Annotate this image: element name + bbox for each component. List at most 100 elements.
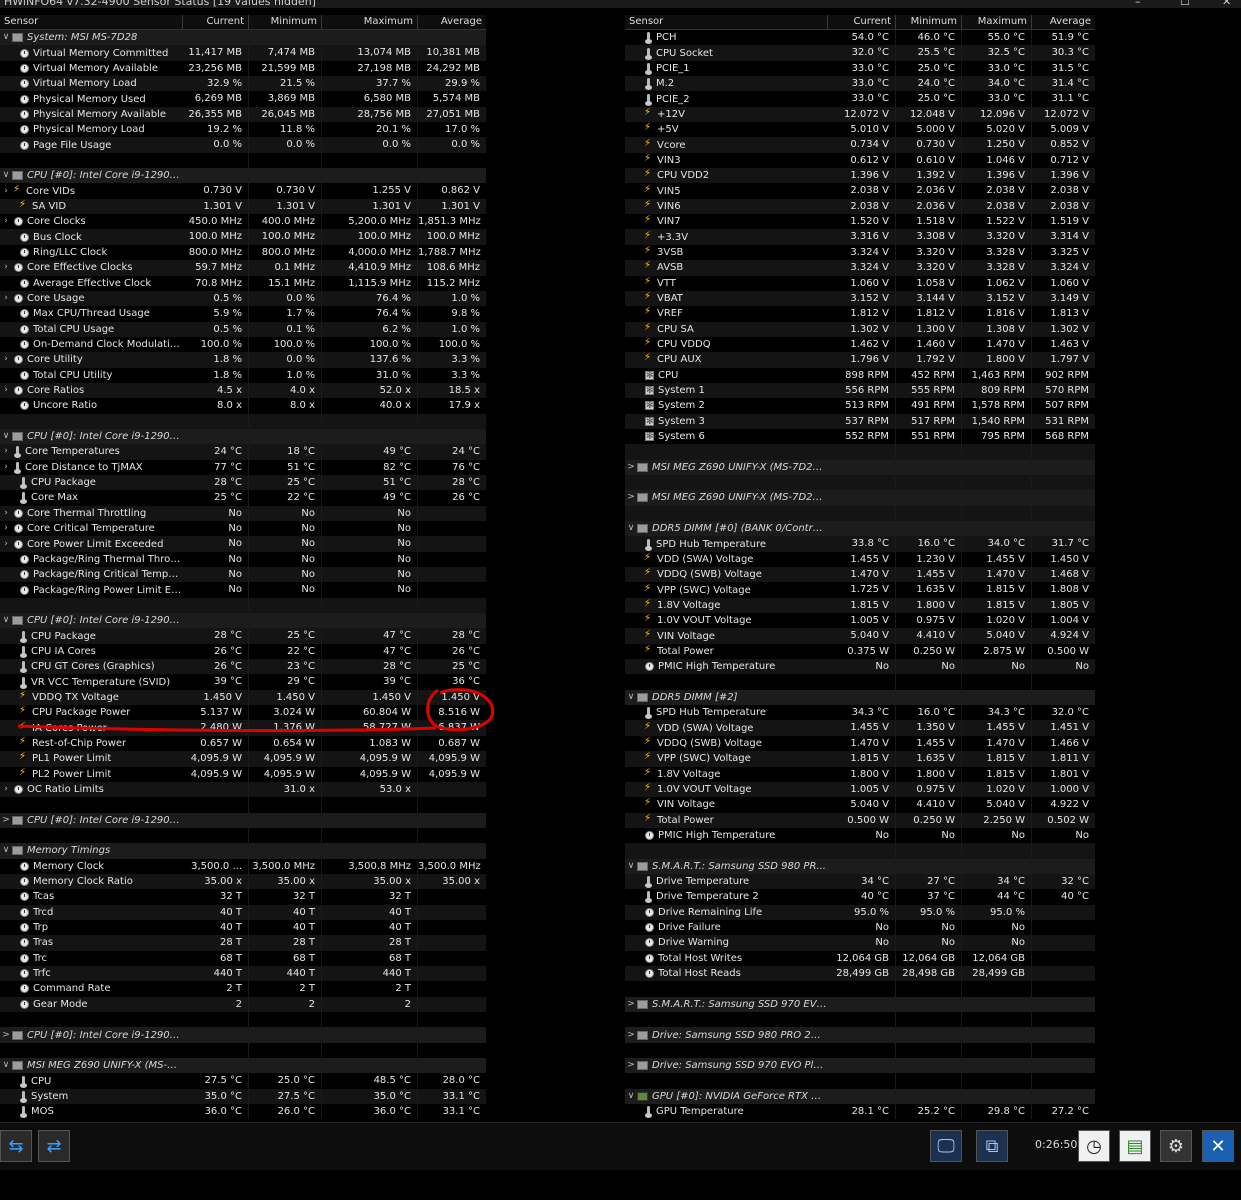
sensor-row[interactable]: › OC Ratio Limits 31.0 x 53.0 x (0, 781, 486, 798)
sensor-row[interactable]: SPD Hub Temperature 34.3 °C 16.0 °C 34.3 °C… (625, 705, 1095, 721)
network-icon[interactable]: ⧉ (976, 1130, 1008, 1162)
chevron-right-icon[interactable]: › (0, 352, 12, 367)
sensor-panel-right[interactable]: Sensor Current Minimum Maximum Average P… (625, 15, 1095, 1122)
chevron-right-icon[interactable]: > (625, 1028, 637, 1043)
sensor-row[interactable]: Trfc 440 T 440 T 440 T (0, 965, 486, 982)
sensor-row[interactable]: Rest-of-Chip Power 0.657 W 0.654 W1.083 W0… (0, 735, 486, 752)
sensor-row[interactable]: SA VID1.301 V1.301 V1.301 V1.301 V (0, 198, 486, 215)
chevron-down-icon[interactable]: ∨ (0, 1058, 12, 1073)
sensor-row[interactable]: VDD (SWA) Voltage1.455 V1.350 V1.455 V1.… (625, 720, 1095, 736)
sensor-row[interactable]: Total Power 0.375 W 0.250 W2.875 W0.500 W (625, 643, 1095, 660)
sensor-row[interactable]: Command Rate 2 T2 T2 T (0, 981, 486, 997)
chevron-right-icon[interactable]: › (0, 460, 12, 475)
sensor-row[interactable]: Gear Mode 2 2 2 (0, 996, 486, 1012)
sensor-row[interactable]: VIN3 0.612 V 0.610 V1.046 V0.712 V (625, 152, 1095, 169)
sensor-group-header[interactable]: > MSI MEG Z690 UNIFY-X (MS-7D28) ... (625, 490, 1095, 506)
sensor-row[interactable]: › Core Thermal Throttling No No No (0, 505, 486, 521)
col-current[interactable]: Current (182, 15, 248, 29)
sensor-row[interactable]: 1.0V VOUT Voltage1.005 V0.975 V1.020 V1.… (625, 781, 1095, 798)
sensor-row[interactable]: Drive Remaining Life 95.0 % 95.0 % 95.0 % (625, 904, 1095, 920)
close-icon[interactable]: ✕ (1202, 1130, 1234, 1162)
sensor-row[interactable]: › Core Usage 0.5 % 0.0 % 76.4 % 1.0 % (0, 290, 486, 307)
sensor-row[interactable]: PCIE_1 33.0 °C 25.0 °C 33.0 °C 31.5 °C (625, 60, 1095, 77)
sensor-group-header[interactable]: ∨ CPU [#0]: Intel Core i9-12900... (0, 428, 486, 445)
sensor-row[interactable]: System 2 513 RPM 491 RPM1,578 RPM507 RPM (625, 398, 1095, 414)
sensor-group-header[interactable]: > Drive: Samsung SSD 970 EVO Plus ... (625, 1058, 1095, 1074)
chevron-down-icon[interactable]: ∨ (625, 1089, 637, 1104)
sensor-group-header[interactable]: ∨ Memory Timings (0, 843, 486, 859)
sensor-row[interactable]: Physical Memory Available 26,355 MB 26,045… (0, 106, 486, 123)
sensor-row[interactable]: VPP (SWC) Voltage1.815 V1.635 V1.815 V1.… (625, 751, 1095, 767)
report-icon[interactable]: ▤ (1119, 1130, 1151, 1162)
sensor-group-header[interactable]: > MSI MEG Z690 UNIFY-X (MS-7D28) ... (625, 459, 1095, 475)
col-average[interactable]: Average (417, 15, 486, 29)
sensor-row[interactable]: MOS 36.0 °C 26.0 °C 36.0 °C 33.1 °C (0, 1104, 486, 1120)
sensor-row[interactable]: Vcore 0.734 V0.730 V1.250 V0.852 V (625, 137, 1095, 153)
sensor-row[interactable]: Trc 68 T 68 T 68 T (0, 950, 486, 966)
sensor-row[interactable]: Virtual Memory Available 23,256 MB 21,599 … (0, 60, 486, 77)
sensor-row[interactable]: › Core Distance to TjMAX 77 °C 51 °C 82 °C 76… (0, 459, 486, 475)
col-sensor[interactable]: Sensor (625, 15, 827, 29)
sensor-row[interactable]: Average Effective Clock 70.8 MHz 15.1 MHz 1… (0, 275, 486, 291)
sensor-row[interactable]: On-Demand Clock Modulation 100.0 % 100.0 %… (0, 336, 486, 353)
chevron-down-icon[interactable]: ∨ (0, 30, 12, 45)
chevron-down-icon[interactable]: ∨ (0, 843, 12, 858)
chevron-right-icon[interactable]: › (0, 184, 12, 199)
chevron-right-icon[interactable]: › (0, 291, 12, 306)
sensor-row[interactable]: Package/Ring Thermal Throttling No No No (0, 551, 486, 568)
sensor-row[interactable]: M.2 33.0 °C 24.0 °C 34.0 °C 31.4 °C (625, 76, 1095, 92)
col-current[interactable]: Current (827, 15, 895, 29)
sensor-row[interactable]: Bus Clock 100.0 MHz 100.0 MHz 100.0 MHz 100.… (0, 229, 486, 245)
chevron-right-icon[interactable]: > (625, 460, 637, 475)
sensor-row[interactable]: VDD (SWA) Voltage1.455 V1.230 V1.455 V1.… (625, 551, 1095, 568)
sensor-row[interactable]: GPU Temperature 28.1 °C 25.2 °C 29.8 °C 27.2… (625, 1104, 1095, 1120)
chevron-right-icon[interactable]: › (0, 214, 12, 229)
sensor-row[interactable]: Drive Failure No No No (625, 919, 1095, 936)
chevron-right-icon[interactable]: › (0, 444, 12, 459)
sensor-row[interactable]: CPU 898 RPM 452 RPM1,463 RPM902 RPM (625, 367, 1095, 383)
sensor-row[interactable]: CPU AUX 1.796 V1.792 V1.800 V1.797 V (625, 352, 1095, 368)
sensor-group-header[interactable]: ∨ System: MSI MS-7D28 (0, 30, 486, 46)
col-maximum[interactable]: Maximum (961, 15, 1031, 29)
sensor-row[interactable]: System 35.0 °C 27.5 °C 35.0 °C 33.1 °C (0, 1088, 486, 1105)
col-minimum[interactable]: Minimum (895, 15, 961, 29)
sensor-row[interactable]: CPU GT Cores (Graphics) 26 °C 23 °C 28 °C 25… (0, 659, 486, 675)
sensor-row[interactable]: IA Cores Power 2.480 W1.376 W58.727 W6.83… (0, 720, 486, 736)
sensor-row[interactable]: Drive Temperature 2 40 °C 37 °C 44 °C 40 °C (625, 889, 1095, 905)
chevron-right-icon[interactable]: › (0, 782, 12, 797)
collapse-arrows-icon[interactable]: ⇄ (38, 1130, 70, 1162)
clock-icon[interactable]: ◷ (1078, 1130, 1110, 1162)
sensor-row[interactable]: › Core Critical Temperature No No No (0, 521, 486, 537)
chevron-right-icon[interactable]: › (0, 383, 12, 398)
close-window-button[interactable]: ✕ (1222, 0, 1231, 8)
chevron-right-icon[interactable]: > (0, 813, 12, 828)
sensor-row[interactable]: CPU Package Power 5.137 W 3.024 W60.804 W8… (0, 705, 486, 721)
sensor-row[interactable]: › Core Ratios 4.5 x 4.0 x 52.0 x 18.5 x (0, 382, 486, 399)
sensor-row[interactable]: › Core Power Limit Exceeded No No No (0, 536, 486, 552)
sensor-row[interactable]: CPU VDDQ 1.462 V 1.460 V1.470 V1.463 V (625, 336, 1095, 353)
sensor-row[interactable]: 1.0V VOUT Voltage1.005 V0.975 V1.020 V1.… (625, 613, 1095, 629)
sensor-row[interactable]: 3VSB 3.324 V 3.320 V3.328 V3.325 V (625, 244, 1095, 261)
sensor-row[interactable]: Physical Memory Used 6,269 MB 3,869 MB 6,58… (0, 91, 486, 107)
chevron-right-icon[interactable]: › (0, 521, 12, 536)
sensor-row[interactable]: System 3 537 RPM517 RPM1,540 RPM531 RPM (625, 413, 1095, 429)
sensor-row[interactable]: Page File Usage 0.0 % 0.0 % 0.0 % 0.0 % (0, 137, 486, 153)
sensor-row[interactable]: CPU IA Cores 26 °C 22 °C 47 °C 26 °C (0, 643, 486, 660)
sensor-row[interactable]: PCIE_2 33.0 °C 25.0 °C 33.0 °C 31.1 °C (625, 91, 1095, 107)
sensor-row[interactable]: CPU Package 28 °C 25 °C 51 °C 28 °C (0, 474, 486, 491)
sensor-group-header[interactable]: ∨ CPU [#0]: Intel Core i9-12900... (0, 613, 486, 629)
sensor-row[interactable]: Drive Temperature 34 °C 27 °C 34 °C 32 °C (625, 873, 1095, 890)
chevron-down-icon[interactable]: ∨ (0, 613, 12, 628)
chevron-right-icon[interactable]: › (0, 506, 12, 521)
sensor-row[interactable]: 1.8V Voltage1.815 V1.800 V1.815 V1.805 V (625, 597, 1095, 614)
sensor-group-header[interactable]: ∨ CPU [#0]: Intel Core i9-12900K (0, 168, 486, 184)
chevron-down-icon[interactable]: ∨ (0, 168, 12, 183)
sensor-row[interactable]: Total Power 0.500 W0.250 W2.250 W0.502 W (625, 812, 1095, 828)
sensor-row[interactable]: PL2 Power Limit4,095.9 W4,095.9 W4,095.9… (0, 766, 486, 782)
sensor-row[interactable]: Total CPU Utility 1.8 % 1.0 % 31.0 % 3.3 % (0, 367, 486, 383)
sensor-row[interactable]: CPU VDD21.396 V1.392 V1.396 V1.396 V (625, 168, 1095, 184)
sensor-row[interactable]: ›Core VIDs0.730 V0.730 V1.255 V0.862 V (0, 183, 486, 199)
chevron-down-icon[interactable]: ∨ (0, 429, 12, 444)
sensor-row[interactable]: PMIC High Temperature No No No No (625, 827, 1095, 844)
chevron-right-icon[interactable]: › (0, 537, 12, 552)
